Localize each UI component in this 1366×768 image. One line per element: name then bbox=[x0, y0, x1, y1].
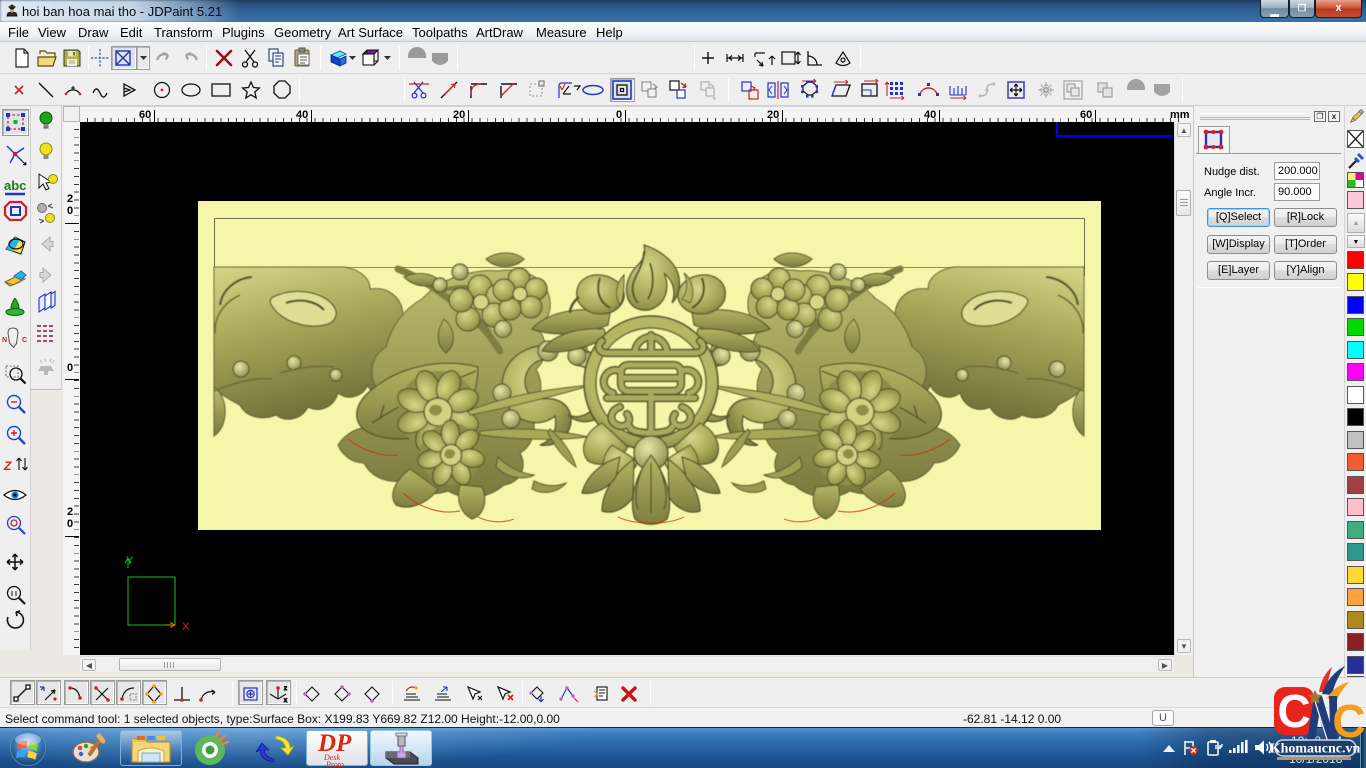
svg-text:X: X bbox=[182, 621, 190, 632]
svg-text:N: N bbox=[2, 337, 7, 344]
svg-text:z: z bbox=[284, 686, 287, 692]
svg-text:x: x bbox=[284, 698, 287, 704]
svg-text:Khomaucnc.vn: Khomaucnc.vn bbox=[1270, 742, 1361, 757]
svg-text:C: C bbox=[22, 337, 27, 344]
svg-text:Z: Z bbox=[3, 459, 12, 473]
svg-text:C: C bbox=[1332, 695, 1365, 747]
svg-text:abc: abc bbox=[4, 178, 26, 193]
svg-text:C: C bbox=[1277, 685, 1310, 737]
